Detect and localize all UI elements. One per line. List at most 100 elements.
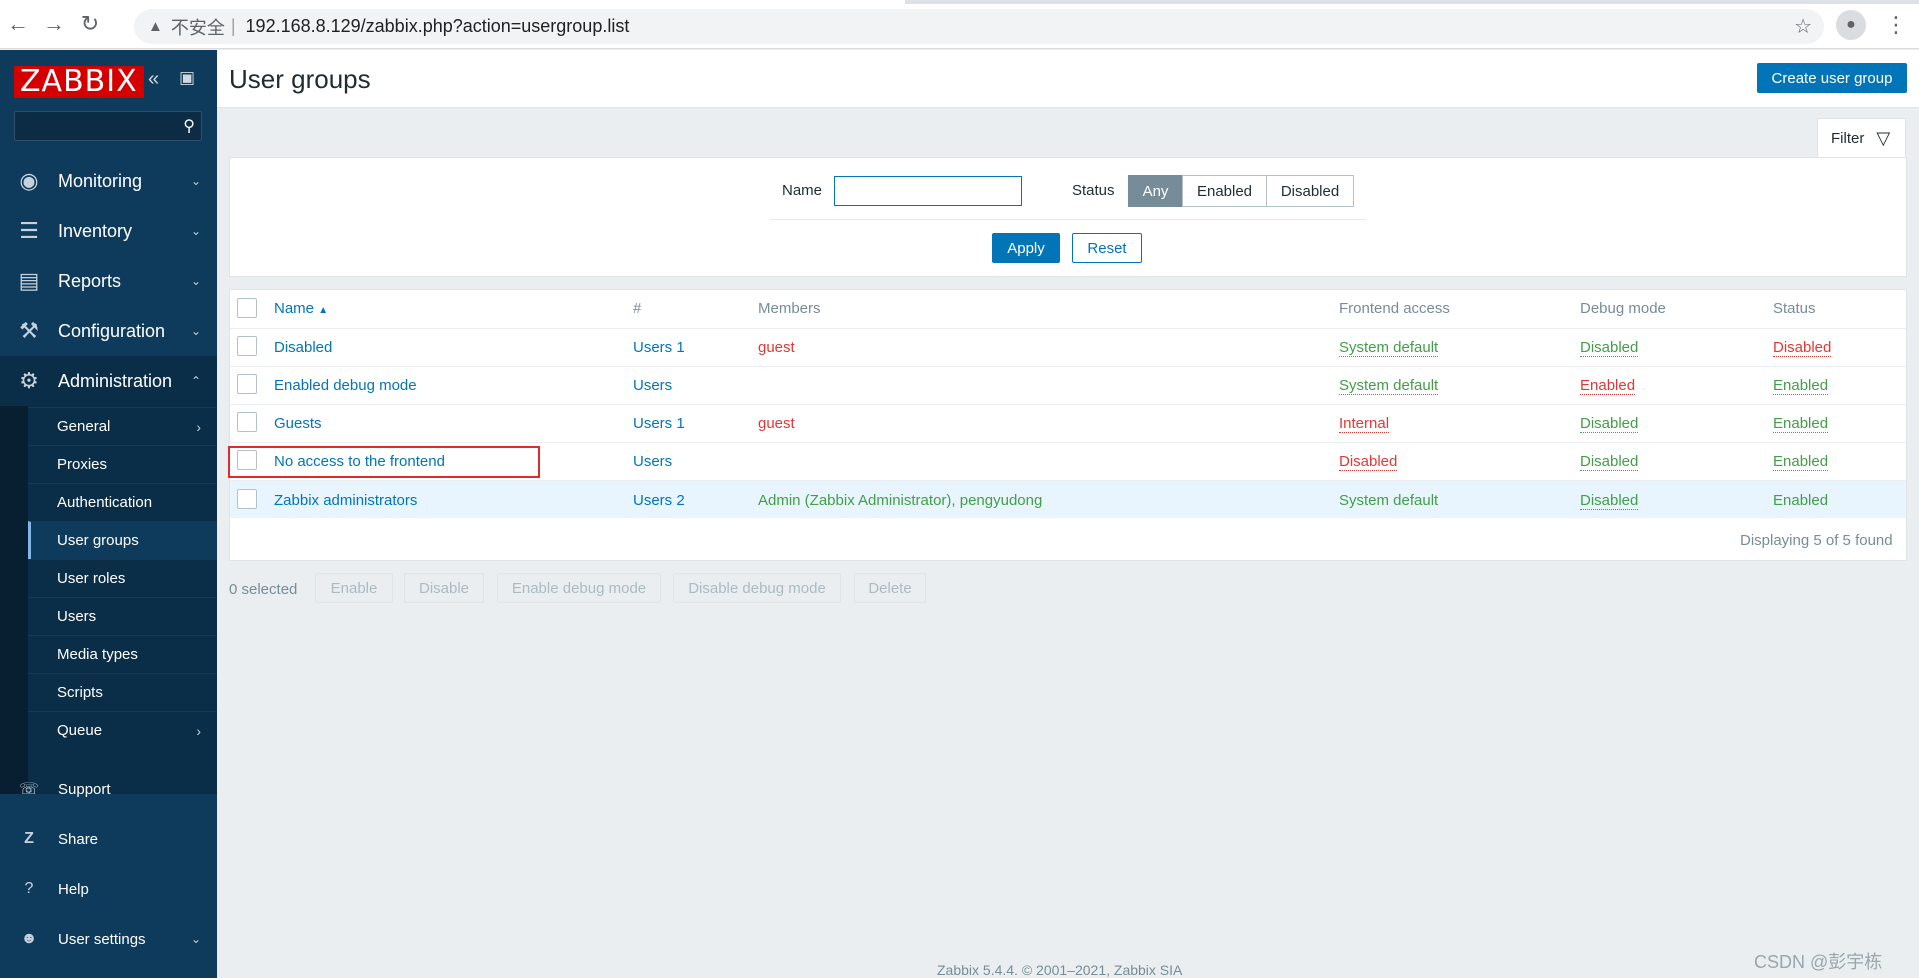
apply-button[interactable]: Apply	[992, 233, 1060, 263]
submenu-user-groups[interactable]: User groups	[28, 521, 217, 559]
member-link[interactable]: Admin (Zabbix Administrator), pengyudong	[758, 492, 1042, 509]
menu-configuration[interactable]: ⚒ Configuration ⌄	[0, 306, 217, 356]
reset-button[interactable]: Reset	[1072, 233, 1142, 263]
debug-mode-toggle[interactable]: Enabled	[1580, 377, 1636, 395]
page-header: User groups	[217, 50, 1919, 108]
collapse-sidebar-icon[interactable]: «	[148, 68, 159, 91]
profile-avatar-icon[interactable]: ●	[1836, 10, 1866, 40]
row-checkbox[interactable]	[237, 336, 257, 356]
menu-help[interactable]: ? Help	[0, 867, 217, 911]
row-checkbox[interactable]	[237, 374, 257, 394]
menu-reports[interactable]: ▤ Reports ⌄	[0, 256, 217, 306]
group-name-link[interactable]: Zabbix administrators	[274, 492, 417, 509]
submenu-authentication-label: Authentication	[57, 494, 153, 511]
browser-menu-icon[interactable]: ⋮	[1884, 10, 1908, 40]
chevron-down-icon: ⌄	[190, 932, 201, 946]
menu-share[interactable]: Z Share	[0, 817, 217, 861]
column-header-count: #	[633, 300, 642, 317]
enable-debug-mode-button[interactable]: Enable debug mode	[497, 573, 661, 603]
sidebar: ZABBIX « ▣ ⚲ ◉ Monitoring ⌄ ☰ Inventory …	[0, 50, 217, 978]
row-checkbox[interactable]	[237, 412, 257, 432]
security-label[interactable]: 不安全	[171, 14, 225, 40]
forward-icon[interactable]: →	[36, 6, 72, 42]
submenu-proxies[interactable]: Proxies	[28, 445, 217, 483]
menu-user-settings[interactable]: ☻ User settings ⌄	[0, 917, 217, 961]
group-name-link[interactable]: Disabled	[274, 339, 332, 356]
frontend-access-toggle[interactable]: Internal	[1339, 415, 1390, 433]
search-icon[interactable]: ⚲	[183, 116, 195, 136]
delete-button[interactable]: Delete	[854, 573, 926, 603]
address-bar[interactable]: ▲ 不安全 | 192.168.8.129/zabbix.php?action=…	[134, 9, 1824, 44]
column-header-name[interactable]: Name ▲	[274, 300, 328, 317]
selected-count: 0 selected	[229, 581, 298, 598]
menu-inventory[interactable]: ☰ Inventory ⌄	[0, 206, 217, 256]
bookmark-star-icon[interactable]: ☆	[1794, 14, 1812, 39]
menu-support-label: Support	[58, 780, 111, 798]
menu-configuration-label: Configuration	[58, 320, 166, 341]
active-tab[interactable]	[0, 0, 905, 4]
menu-user-settings-label: User settings	[58, 930, 146, 948]
status-toggle[interactable]: Enabled	[1773, 377, 1829, 395]
row-checkbox[interactable]	[237, 489, 257, 509]
submenu-scripts[interactable]: Scripts	[28, 673, 217, 711]
users-count-link[interactable]: Users	[633, 453, 672, 470]
column-header-status: Status	[1773, 300, 1816, 317]
back-icon[interactable]: ←	[0, 6, 36, 42]
submenu-user-roles[interactable]: User roles	[28, 559, 217, 597]
status-enabled-toggle[interactable]: Enabled	[1182, 175, 1267, 207]
users-count-link[interactable]: Users 1	[633, 415, 685, 432]
submenu-media-types-label: Media types	[57, 646, 138, 663]
filter-tab[interactable]: Filter ▽	[1817, 118, 1906, 158]
frontend-access-toggle[interactable]: System default	[1339, 339, 1439, 357]
warning-icon[interactable]: ▲	[148, 18, 163, 35]
frontend-access-toggle[interactable]: System default	[1339, 377, 1439, 395]
disable-debug-mode-button[interactable]: Disable debug mode	[673, 573, 841, 603]
debug-mode-toggle[interactable]: Disabled	[1580, 415, 1639, 433]
submenu-proxies-label: Proxies	[57, 456, 108, 473]
chevron-right-icon: ›	[196, 418, 201, 435]
filter-status-label: Status	[1072, 182, 1115, 199]
submenu-queue[interactable]: Queue ›	[28, 711, 217, 749]
bar-chart-icon: ▤	[18, 268, 40, 293]
submenu-authentication[interactable]: Authentication	[28, 483, 217, 521]
submenu-media-types[interactable]: Media types	[28, 635, 217, 673]
group-name-link[interactable]: Guests	[274, 415, 322, 432]
reload-icon[interactable]: ↻	[72, 6, 108, 42]
menu-support[interactable]: ☏ Support	[0, 767, 217, 811]
status-toggle[interactable]: Enabled	[1773, 415, 1829, 433]
status-disabled-toggle[interactable]: Disabled	[1266, 175, 1354, 207]
status-any-toggle[interactable]: Any	[1128, 175, 1183, 207]
group-name-link[interactable]: Enabled debug mode	[274, 377, 417, 394]
submenu-general[interactable]: General ›	[28, 407, 217, 445]
menu-monitoring[interactable]: ◉ Monitoring ⌄	[0, 156, 217, 206]
status-value: Enabled	[1773, 492, 1829, 509]
filter-name-label: Name	[782, 182, 823, 199]
debug-mode-toggle[interactable]: Disabled	[1580, 453, 1639, 471]
member-link[interactable]: guest	[758, 415, 795, 432]
submenu-users[interactable]: Users	[28, 597, 217, 635]
menu-inventory-label: Inventory	[58, 220, 133, 241]
sidebar-search-input[interactable]: ⚲	[14, 111, 202, 141]
member-link[interactable]: guest	[758, 339, 795, 356]
frontend-access-toggle[interactable]: Disabled	[1339, 453, 1398, 471]
select-all-checkbox[interactable]	[237, 298, 257, 318]
zabbix-logo[interactable]: ZABBIX	[14, 66, 144, 98]
status-toggle[interactable]: Enabled	[1773, 453, 1829, 471]
menu-share-label: Share	[58, 830, 99, 848]
kiosk-mode-icon[interactable]: ▣	[179, 68, 195, 88]
users-count-link[interactable]: Users 2	[633, 492, 685, 509]
gear-icon: ⚙	[19, 368, 39, 393]
create-user-group-button[interactable]: Create user group	[1757, 63, 1907, 93]
enable-button[interactable]: Enable	[315, 573, 393, 603]
debug-mode-toggle[interactable]: Disabled	[1580, 492, 1639, 510]
users-count-link[interactable]: Users	[633, 377, 672, 394]
filter-name-input[interactable]	[834, 176, 1022, 206]
debug-mode-toggle[interactable]: Disabled	[1580, 339, 1639, 357]
users-count-link[interactable]: Users 1	[633, 339, 685, 356]
status-toggle[interactable]: Disabled	[1773, 339, 1832, 357]
menu-administration[interactable]: ⚙ Administration ⌃	[0, 356, 217, 406]
url-text[interactable]: 192.168.8.129/zabbix.php?action=usergrou…	[246, 16, 630, 37]
disable-button[interactable]: Disable	[404, 573, 484, 603]
submenu-users-label: Users	[57, 608, 97, 625]
headset-icon: ☏	[18, 781, 39, 798]
